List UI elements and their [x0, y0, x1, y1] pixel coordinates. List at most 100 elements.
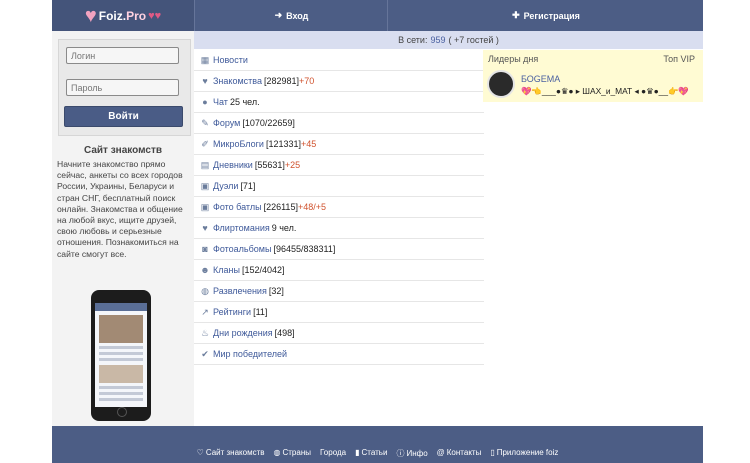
login-input[interactable]	[66, 47, 179, 64]
leader-status: 💖👈___●♛● ▸ ШАХ_и_МАТ ◂ ●♛●__👉💖	[521, 86, 689, 96]
menu-item-new-count: +48/+5	[297, 202, 326, 212]
rss-icon: ▦	[200, 54, 210, 65]
menu-item-count: [96455/838311]	[273, 244, 336, 254]
footer-link[interactable]: ▮ Статьи	[355, 448, 387, 459]
menu-item-count: [226115]	[263, 202, 298, 212]
menu-item[interactable]: ✔ Мир победителей	[194, 344, 484, 365]
menu-item-label[interactable]: Новости	[213, 55, 248, 65]
left-sidebar: Войти Сайт знакомств Начните знакомство …	[52, 31, 194, 426]
menu-item-label[interactable]: Дневники	[213, 160, 253, 170]
footer-link[interactable]: ⓘ Инфо	[396, 448, 427, 459]
page: ♥ Foiz.Pro ♥♥ ➜ Вход ✚ Регистрация Войти…	[52, 0, 703, 463]
menu-item[interactable]: ♥ Знакомства [282981] +70	[194, 71, 484, 92]
menu-item[interactable]: ♨ Дни рождения [498]	[194, 323, 484, 344]
menu-item[interactable]: ▣ Дуэли [71]	[194, 176, 484, 197]
phone-screen	[95, 303, 147, 407]
at-icon: @	[436, 448, 445, 457]
top-vip-link[interactable]: Топ VIP	[663, 54, 695, 64]
globe-icon: ◍	[273, 448, 281, 457]
chat-icon: ●	[202, 97, 208, 107]
login-label: Вход	[286, 10, 309, 21]
logo-text: Foiz.	[98, 8, 127, 23]
menu-item-label[interactable]: Кланы	[213, 265, 240, 275]
info-icon: ⓘ	[396, 449, 405, 458]
top-bar: ♥ Foiz. Pro ♥♥ ➜ Вход ✚ Регистрация	[52, 0, 703, 31]
menu-item-count: [121331]	[265, 139, 301, 149]
menu-item-count: [11]	[253, 307, 268, 317]
menu-item-count: 9 чел.	[271, 223, 297, 233]
menu-item-label[interactable]: Фотоальбомы	[213, 244, 271, 254]
menu-item-label[interactable]: Развлечения	[213, 286, 267, 296]
footer-link[interactable]: @ Контакты	[437, 448, 482, 459]
leader-name[interactable]: БОGЕМА	[521, 74, 560, 84]
footer-link[interactable]: ♡ Сайт знакомств	[197, 448, 265, 459]
menu-item[interactable]: ◙ Фотоальбомы [96455/838311]	[194, 239, 484, 260]
logo: ♥ Foiz. Pro ♥♥	[85, 6, 161, 26]
section-menu: ▦ Новости ♥ Знакомства [282981] +70 ● Чат 25 чел…	[194, 50, 484, 365]
duel-icon: ▣	[200, 180, 210, 191]
footer-link[interactable]: Города	[320, 448, 346, 459]
menu-item-new-count: +45	[301, 139, 317, 149]
submit-login-button[interactable]: Войти	[64, 106, 183, 127]
logo-heart-icon: ♥	[84, 4, 97, 27]
register-button[interactable]: ✚ Регистрация	[387, 0, 704, 31]
footer-link-label: Страны	[282, 448, 311, 457]
menu-item-label[interactable]: МикроБлоги	[213, 139, 264, 149]
leader-avatar[interactable]	[487, 70, 515, 98]
heart-icon: ♥	[202, 76, 208, 86]
footer-link-label: Сайт знакомств	[205, 448, 265, 457]
footer: ♡ Сайт знакомств ◍ Страны Города ▮ Статьи ⓘ Инфо…	[52, 426, 703, 463]
menu-item[interactable]: ☻ Кланы [152/4042]	[194, 260, 484, 281]
menu-item[interactable]: ▦ Новости	[194, 50, 484, 71]
users-icon: ☻	[200, 265, 210, 275]
logo-hearts-icon: ♥♥	[148, 9, 162, 22]
menu-item-count: [282981]	[263, 76, 299, 86]
menu-item-label[interactable]: Дни рождения	[213, 328, 273, 338]
menu-item-label[interactable]: Форум	[213, 118, 240, 128]
logo-domain: Pro	[126, 8, 147, 23]
menu-item-new-count: +70	[299, 76, 315, 86]
chart-icon: ↗	[201, 306, 209, 317]
menu-item-label[interactable]: Мир победителей	[213, 349, 287, 359]
menu-item[interactable]: ▤ Дневники [55631] +25	[194, 155, 484, 176]
phone-icon: ▯	[490, 448, 495, 457]
menu-item[interactable]: ✎ Форум [1070/22659]	[194, 113, 484, 134]
winners-icon: ✔	[201, 348, 209, 359]
about-title: Сайт знакомств	[83, 145, 163, 156]
bookmark-icon: ▮	[355, 448, 360, 457]
menu-item[interactable]: ↗ Рейтинги [11]	[194, 302, 484, 323]
footer-link-label: Города	[320, 448, 347, 457]
menu-item-label[interactable]: Рейтинги	[213, 307, 251, 317]
menu-item-label[interactable]: Знакомства	[213, 76, 262, 86]
logo-link[interactable]: ♥ Foiz. Pro ♥♥	[52, 0, 194, 31]
footer-link[interactable]: ◍ Страны	[274, 448, 312, 459]
online-count[interactable]: 959	[430, 35, 445, 45]
leaders-panel: Лидеры дня Топ VIP БОGЕМА 💖👈___●♛● ▸ ШАХ…	[483, 50, 703, 102]
menu-item-label[interactable]: Фото батлы	[213, 202, 262, 212]
footer-link-label: Инфо	[406, 449, 428, 458]
menu-item[interactable]: ♥ Флиртомания 9 чел.	[194, 218, 484, 239]
menu-item-new-count: +25	[284, 160, 301, 170]
heartbeat-icon: ♥	[202, 223, 208, 233]
menu-item-count: [55631]	[254, 160, 285, 170]
menu-item[interactable]: ✐ МикроБлоги [121331] +45	[194, 134, 484, 155]
book-icon: ▤	[200, 159, 210, 170]
menu-item-label[interactable]: Флиртомания	[213, 223, 270, 233]
menu-item[interactable]: ▣ Фото батлы [226115] +48/+5	[194, 197, 484, 218]
menu-item-label[interactable]: Дуэли	[213, 181, 238, 191]
menu-item[interactable]: ● Чат 25 чел.	[194, 92, 484, 113]
menu-item-count: [71]	[240, 181, 256, 191]
menu-item-count: [32]	[268, 286, 284, 296]
login-form: Войти	[58, 39, 191, 136]
login-button[interactable]: ➜ Вход	[194, 0, 388, 31]
menu-item-label[interactable]: Чат	[213, 97, 228, 107]
menu-item-count: [1070/22659]	[242, 118, 295, 128]
phone-home-button	[117, 407, 127, 417]
menu-item[interactable]: ◍ Развлечения [32]	[194, 281, 484, 302]
menu-item-count: [152/4042]	[241, 265, 285, 275]
edit-icon: ✐	[201, 138, 209, 149]
app-phone-image	[91, 290, 151, 421]
footer-link-label: Приложение foiz	[496, 448, 559, 457]
footer-link[interactable]: ▯ Приложение foiz	[490, 448, 558, 459]
password-input[interactable]	[66, 79, 179, 96]
